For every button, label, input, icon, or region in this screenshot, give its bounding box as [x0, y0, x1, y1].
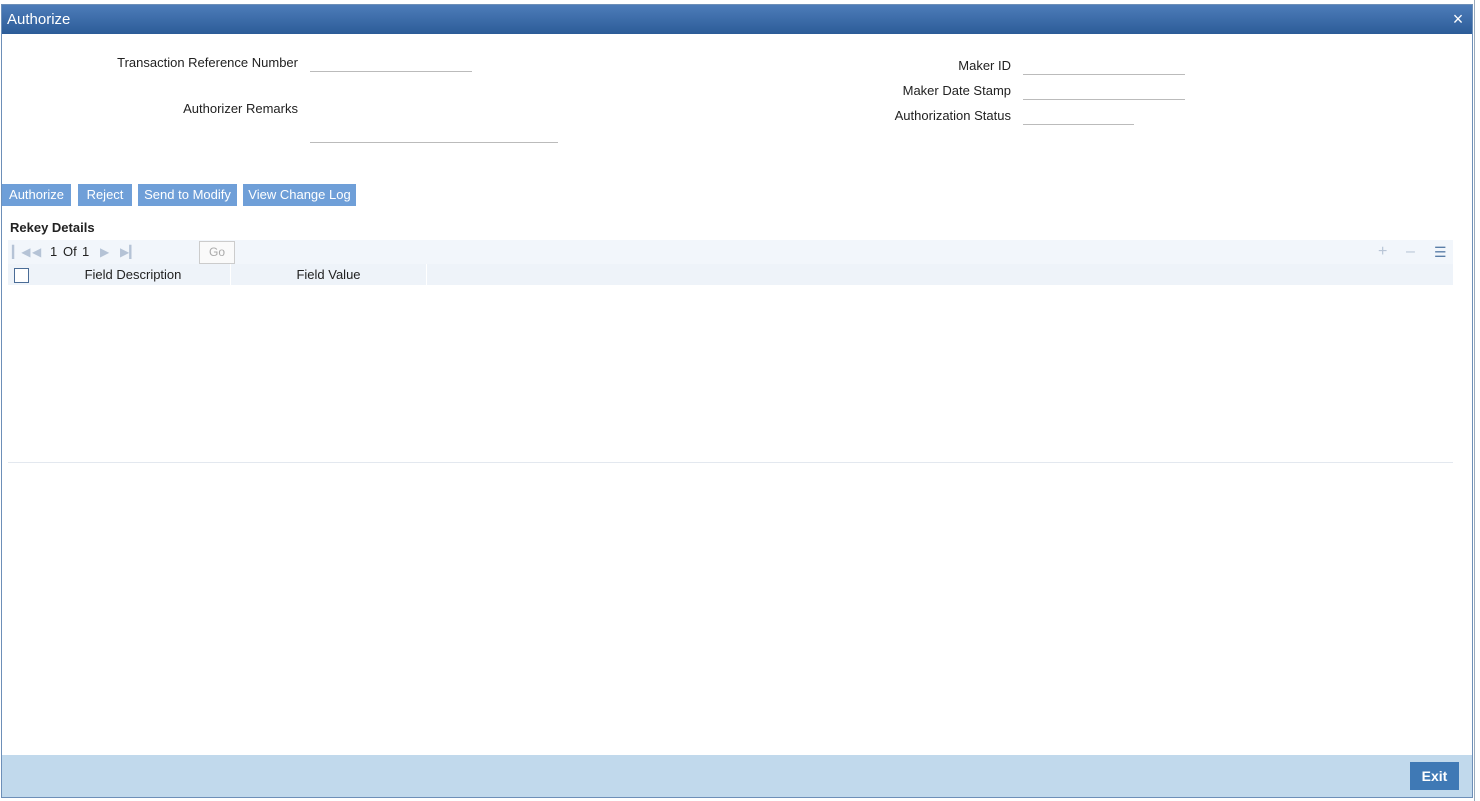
dialog-footer: Exit [2, 755, 1472, 797]
col-field-value[interactable]: Field Value [231, 264, 427, 285]
txn-ref-field[interactable] [310, 51, 472, 72]
minus-icon[interactable]: – [1406, 243, 1415, 261]
view-change-log-button[interactable]: View Change Log [243, 184, 356, 206]
background-page-edge [1474, 0, 1480, 801]
page-of-label: Of [63, 244, 77, 259]
rekey-details-grid: Field Description Field Value [8, 264, 1453, 463]
select-all-checkbox[interactable] [14, 268, 29, 283]
authorizer-remarks-field[interactable] [310, 122, 558, 143]
plus-icon[interactable]: + [1378, 243, 1387, 261]
maker-date-stamp-field[interactable] [1023, 79, 1185, 100]
authorizer-remarks-label: Authorizer Remarks [183, 101, 298, 116]
dialog-title: Authorize [7, 11, 71, 28]
total-pages: 1 [82, 244, 90, 259]
maker-date-stamp-label: Maker Date Stamp [902, 83, 1011, 98]
grid-header-row: Field Description Field Value [8, 264, 1453, 285]
authorize-button[interactable]: Authorize [2, 184, 71, 206]
next-page-icon[interactable]: ▶ [100, 245, 109, 259]
rekey-grid-toolbar: ▎◀ ◀ 1 Of 1 ▶ ▶▎ Go + – ☰ [8, 240, 1453, 265]
rekey-details-title: Rekey Details [10, 220, 95, 235]
last-page-icon[interactable]: ▶▎ [120, 245, 138, 259]
authorization-status-field[interactable] [1023, 104, 1134, 125]
col-field-description[interactable]: Field Description [36, 264, 231, 285]
send-to-modify-button[interactable]: Send to Modify [138, 184, 237, 206]
maker-id-label: Maker ID [958, 58, 1011, 73]
authorize-dialog: Authorize × Transaction Reference Number… [1, 4, 1473, 798]
txn-ref-label: Transaction Reference Number [117, 55, 298, 70]
maker-id-field[interactable] [1023, 54, 1185, 75]
list-view-icon[interactable]: ☰ [1434, 244, 1447, 261]
authorization-status-label: Authorization Status [894, 108, 1011, 123]
current-page: 1 [50, 244, 58, 259]
reject-button[interactable]: Reject [78, 184, 132, 206]
go-button[interactable]: Go [199, 241, 235, 264]
first-page-icon[interactable]: ▎◀ [12, 245, 30, 259]
dialog-titlebar: Authorize × [2, 5, 1472, 34]
exit-button[interactable]: Exit [1410, 762, 1459, 790]
close-icon[interactable]: × [1449, 9, 1467, 29]
page-number-input[interactable] [150, 242, 194, 265]
prev-page-icon[interactable]: ◀ [32, 245, 41, 259]
